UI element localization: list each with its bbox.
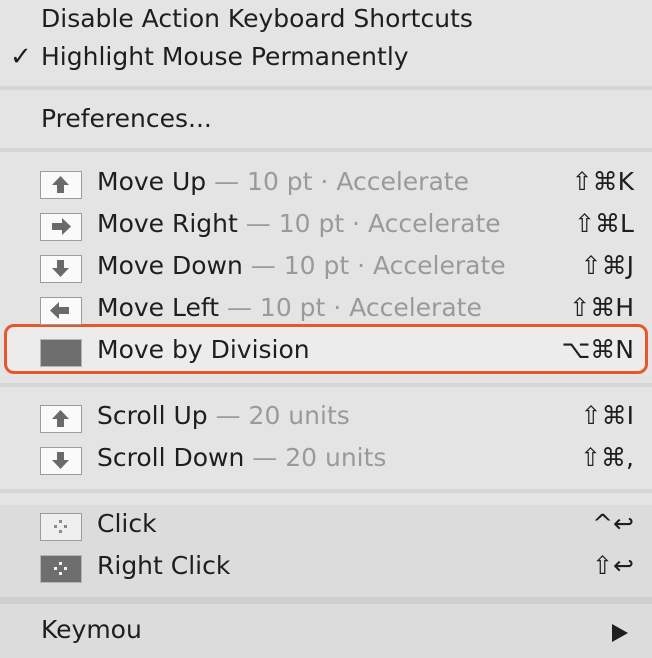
menu-item-move-right[interactable]: Move Right — 10 pt · Accelerate ⇧⌘L (0, 205, 652, 245)
shortcut-label: ⇧↩ (592, 551, 634, 580)
right-click-icon (40, 555, 82, 583)
menu-item-click[interactable]: Click ^↩ (0, 505, 652, 545)
menu-item-label: Move Up — 10 pt · Accelerate (97, 167, 469, 196)
item-title: Scroll Down (97, 443, 245, 472)
shortcut-label: ⇧⌘H (569, 293, 634, 322)
menu-item-move-left[interactable]: Move Left — 10 pt · Accelerate ⇧⌘H (0, 289, 652, 329)
shortcut-label: ⇧⌘K (571, 167, 634, 196)
shortcut-label: ⌥⌘N (561, 335, 634, 364)
shortcut-label: ^↩ (592, 509, 634, 538)
menu-item-move-up[interactable]: Move Up — 10 pt · Accelerate ⇧⌘K (0, 163, 652, 203)
menu-item-label: Move by Division (97, 335, 310, 364)
arrow-down-icon (40, 255, 82, 283)
context-menu: Disable Action Keyboard Shortcuts ✓ High… (0, 0, 652, 658)
menu-item-preferences[interactable]: Preferences... (0, 100, 652, 140)
menu-item-label: Move Right — 10 pt · Accelerate (97, 209, 501, 238)
separator (0, 597, 652, 604)
item-detail: — 10 pt · Accelerate (242, 251, 506, 280)
arrow-down-icon (40, 447, 82, 475)
menu-item-disable-shortcuts[interactable]: Disable Action Keyboard Shortcuts (0, 0, 652, 40)
item-detail: — 10 pt · Accelerate (219, 293, 482, 322)
menu-item-label: Highlight Mouse Permanently (41, 42, 409, 71)
menu-item-keymou[interactable]: Keymou (0, 611, 652, 651)
menu-item-label: Keymou (41, 615, 142, 644)
menu-item-label: Scroll Down — 20 units (97, 443, 386, 472)
menu-item-label: Right Click (97, 551, 231, 580)
item-detail: — 20 units (207, 401, 350, 430)
arrow-left-icon (40, 297, 82, 325)
item-title: Move Down (97, 251, 243, 280)
item-title: Move Left (97, 293, 220, 322)
shortcut-label: ⇧⌘I (580, 401, 634, 430)
menu-item-label: Click (97, 509, 157, 538)
menu-item-move-by-division[interactable]: Move by Division ⌥⌘N (0, 331, 652, 371)
menu-item-right-click[interactable]: Right Click ⇧↩ (0, 547, 652, 587)
arrow-right-icon (40, 213, 82, 241)
menu-item-scroll-down[interactable]: Scroll Down — 20 units ⇧⌘, (0, 439, 652, 479)
item-title: Scroll Up (97, 401, 208, 430)
click-icon (40, 513, 82, 541)
menu-item-label: Preferences... (41, 104, 212, 133)
shortcut-label: ⇧⌘J (580, 251, 634, 280)
menu-item-move-down[interactable]: Move Down — 10 pt · Accelerate ⇧⌘J (0, 247, 652, 287)
shortcut-label: ⇧⌘, (580, 443, 634, 472)
shortcut-label: ⇧⌘L (574, 209, 634, 238)
item-detail: — 10 pt · Accelerate (237, 209, 501, 238)
item-detail: — 20 units (244, 443, 387, 472)
item-title: Move Up (97, 167, 207, 196)
menu-item-label: Move Left — 10 pt · Accelerate (97, 293, 482, 322)
item-title: Move by Division (97, 335, 310, 364)
separator (0, 86, 652, 90)
menu-item-highlight-mouse[interactable]: ✓ Highlight Mouse Permanently (0, 38, 652, 78)
arrow-up-icon (40, 405, 82, 433)
separator (0, 383, 652, 387)
menu-item-scroll-up[interactable]: Scroll Up — 20 units ⇧⌘I (0, 397, 652, 437)
separator (0, 489, 652, 493)
arrow-up-icon (40, 171, 82, 199)
division-icon (40, 339, 82, 367)
menu-item-label: Scroll Up — 20 units (97, 401, 350, 430)
item-detail: — 10 pt · Accelerate (206, 167, 469, 196)
menu-item-label: Disable Action Keyboard Shortcuts (41, 4, 473, 33)
checkmark-icon: ✓ (10, 42, 32, 72)
item-title: Move Right (97, 209, 238, 238)
separator (0, 148, 652, 152)
submenu-arrow-icon (612, 624, 628, 642)
menu-item-label: Move Down — 10 pt · Accelerate (97, 251, 506, 280)
